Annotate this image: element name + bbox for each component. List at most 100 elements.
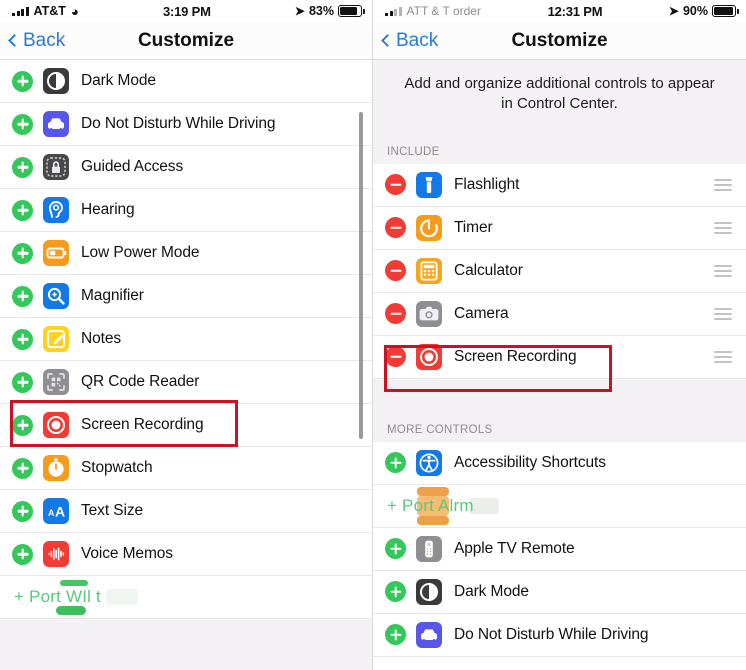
list-item-label: Apple TV Remote: [454, 539, 575, 557]
list-item[interactable]: Flashlight: [373, 163, 746, 207]
artifact-text-left: + Port WIl t: [14, 587, 101, 606]
chevron-left-icon: [381, 34, 394, 47]
remove-control-button[interactable]: [385, 346, 406, 368]
status-right-group: ➤ 90%: [668, 4, 739, 18]
list-item[interactable]: Do Not Disturb While Driving: [0, 103, 372, 146]
add-control-button[interactable]: [385, 624, 406, 646]
battery-percent: 83%: [308, 4, 334, 18]
list-item[interactable]: Low Power Mode: [0, 232, 372, 275]
list-item-label: Accessibility Shortcuts: [454, 453, 606, 471]
add-control-button[interactable]: [12, 113, 33, 135]
list-item[interactable]: A A Text Size: [0, 490, 372, 533]
list-item-label: Dark Mode: [81, 72, 156, 89]
right-phone-screen: ATT & T order 12:31 PM ➤ 90% Back Custom…: [373, 0, 746, 670]
list-item[interactable]: Dark Mode: [373, 570, 746, 614]
left-phone-screen: AT&T ◕ 3:19 PM ➤ 83% Back Customize Dark…: [0, 0, 373, 670]
battery-icon: [338, 5, 365, 17]
list-item[interactable]: Apple TV Remote: [373, 527, 746, 571]
section-header-include: INCLUDE: [373, 129, 746, 164]
remove-control-button[interactable]: [385, 303, 406, 325]
reorder-handle[interactable]: [714, 178, 732, 191]
status-bar-right: ATT & T order 12:31 PM ➤ 90%: [373, 0, 746, 22]
low-power-mode-icon: [43, 240, 69, 266]
add-control-button[interactable]: [385, 581, 406, 603]
status-time: 3:19 PM: [162, 3, 211, 19]
add-control-button[interactable]: [12, 500, 33, 522]
bottom-filler-left: [0, 619, 372, 670]
screen-recording-icon: [43, 412, 69, 438]
timer-icon: [416, 214, 442, 241]
location-arrow-icon: ➤: [668, 4, 679, 18]
add-control-button[interactable]: [385, 452, 406, 474]
back-button-label: Back: [396, 29, 439, 51]
remove-control-button[interactable]: [385, 217, 406, 239]
magnifier-icon: [43, 283, 69, 309]
back-button[interactable]: Back: [0, 30, 65, 52]
chevron-left-icon: [8, 34, 21, 47]
nav-bar-left: Back Customize: [0, 22, 372, 60]
list-item[interactable]: Voice Memos: [0, 533, 372, 576]
dark-mode-icon: [416, 578, 442, 605]
left-list-content: Dark Mode Do Not Disturb While Driving G…: [0, 60, 372, 670]
add-control-button[interactable]: [12, 199, 33, 221]
more-controls-list-right: Accessibility Shortcuts + Port Alrm Appl…: [373, 441, 746, 657]
list-item-label: QR Code Reader: [81, 373, 200, 390]
list-item[interactable]: Dark Mode: [0, 60, 372, 103]
more-controls-list-left: Dark Mode Do Not Disturb While Driving G…: [0, 60, 372, 576]
list-item[interactable]: Accessibility Shortcuts: [373, 441, 746, 485]
remove-control-button[interactable]: [385, 260, 406, 282]
list-item-label: Timer: [454, 218, 493, 236]
notes-icon: [43, 326, 69, 352]
status-bar-left: AT&T ◕ 3:19 PM ➤ 83%: [0, 0, 372, 22]
list-item[interactable]: Camera: [373, 292, 746, 336]
list-item[interactable]: Hearing: [0, 189, 372, 232]
list-item-label: Screen Recording: [81, 416, 204, 433]
list-item-label: Flashlight: [454, 175, 520, 193]
status-right-group: ➤ 83%: [295, 4, 365, 18]
list-item[interactable]: Screen Recording: [0, 404, 372, 447]
nav-bar-right: Back Customize: [373, 22, 746, 60]
remove-control-button[interactable]: [385, 174, 406, 196]
reorder-handle[interactable]: [714, 221, 732, 234]
carrier-label: AT&T: [33, 4, 66, 18]
back-button-label: Back: [23, 29, 66, 51]
list-item-label: Stopwatch: [81, 459, 153, 476]
list-item-label: Magnifier: [81, 287, 144, 304]
section-gap: [373, 378, 746, 408]
reorder-handle[interactable]: [714, 350, 732, 363]
reorder-handle[interactable]: [714, 264, 732, 277]
reorder-handle[interactable]: [714, 307, 732, 320]
list-item-label: Calculator: [454, 261, 523, 279]
guided-access-icon: [43, 154, 69, 180]
add-control-button[interactable]: [12, 414, 33, 436]
list-item[interactable]: QR Code Reader: [0, 361, 372, 404]
voice-memos-icon: [43, 541, 69, 567]
list-item-label: Dark Mode: [454, 582, 529, 600]
add-control-button[interactable]: [12, 328, 33, 350]
list-item[interactable]: Screen Recording: [373, 335, 746, 379]
list-item[interactable]: Timer: [373, 206, 746, 250]
list-item[interactable]: Guided Access: [0, 146, 372, 189]
add-control-button[interactable]: [12, 285, 33, 307]
cellular-signal-icon: [12, 6, 29, 16]
svg-text:A: A: [48, 508, 55, 518]
camera-icon: [416, 300, 442, 327]
list-item[interactable]: Do Not Disturb While Driving: [373, 613, 746, 657]
list-item[interactable]: Magnifier: [0, 275, 372, 318]
list-item[interactable]: Stopwatch: [0, 447, 372, 490]
status-left-group: ATT & T order: [385, 4, 481, 18]
list-item-label: Camera: [454, 304, 509, 322]
list-item-label: Low Power Mode: [81, 244, 200, 261]
add-control-button[interactable]: [12, 156, 33, 178]
add-control-button[interactable]: [12, 242, 33, 264]
add-control-button[interactable]: [385, 538, 406, 560]
add-control-button[interactable]: [12, 543, 33, 565]
add-control-button[interactable]: [12, 371, 33, 393]
list-item[interactable]: Notes: [0, 318, 372, 361]
add-control-button[interactable]: [12, 457, 33, 479]
add-control-button[interactable]: [12, 70, 33, 92]
list-scrollbar-left[interactable]: [359, 112, 363, 439]
back-button[interactable]: Back: [373, 30, 438, 52]
stopwatch-icon: [43, 455, 69, 481]
list-item[interactable]: Calculator: [373, 249, 746, 293]
